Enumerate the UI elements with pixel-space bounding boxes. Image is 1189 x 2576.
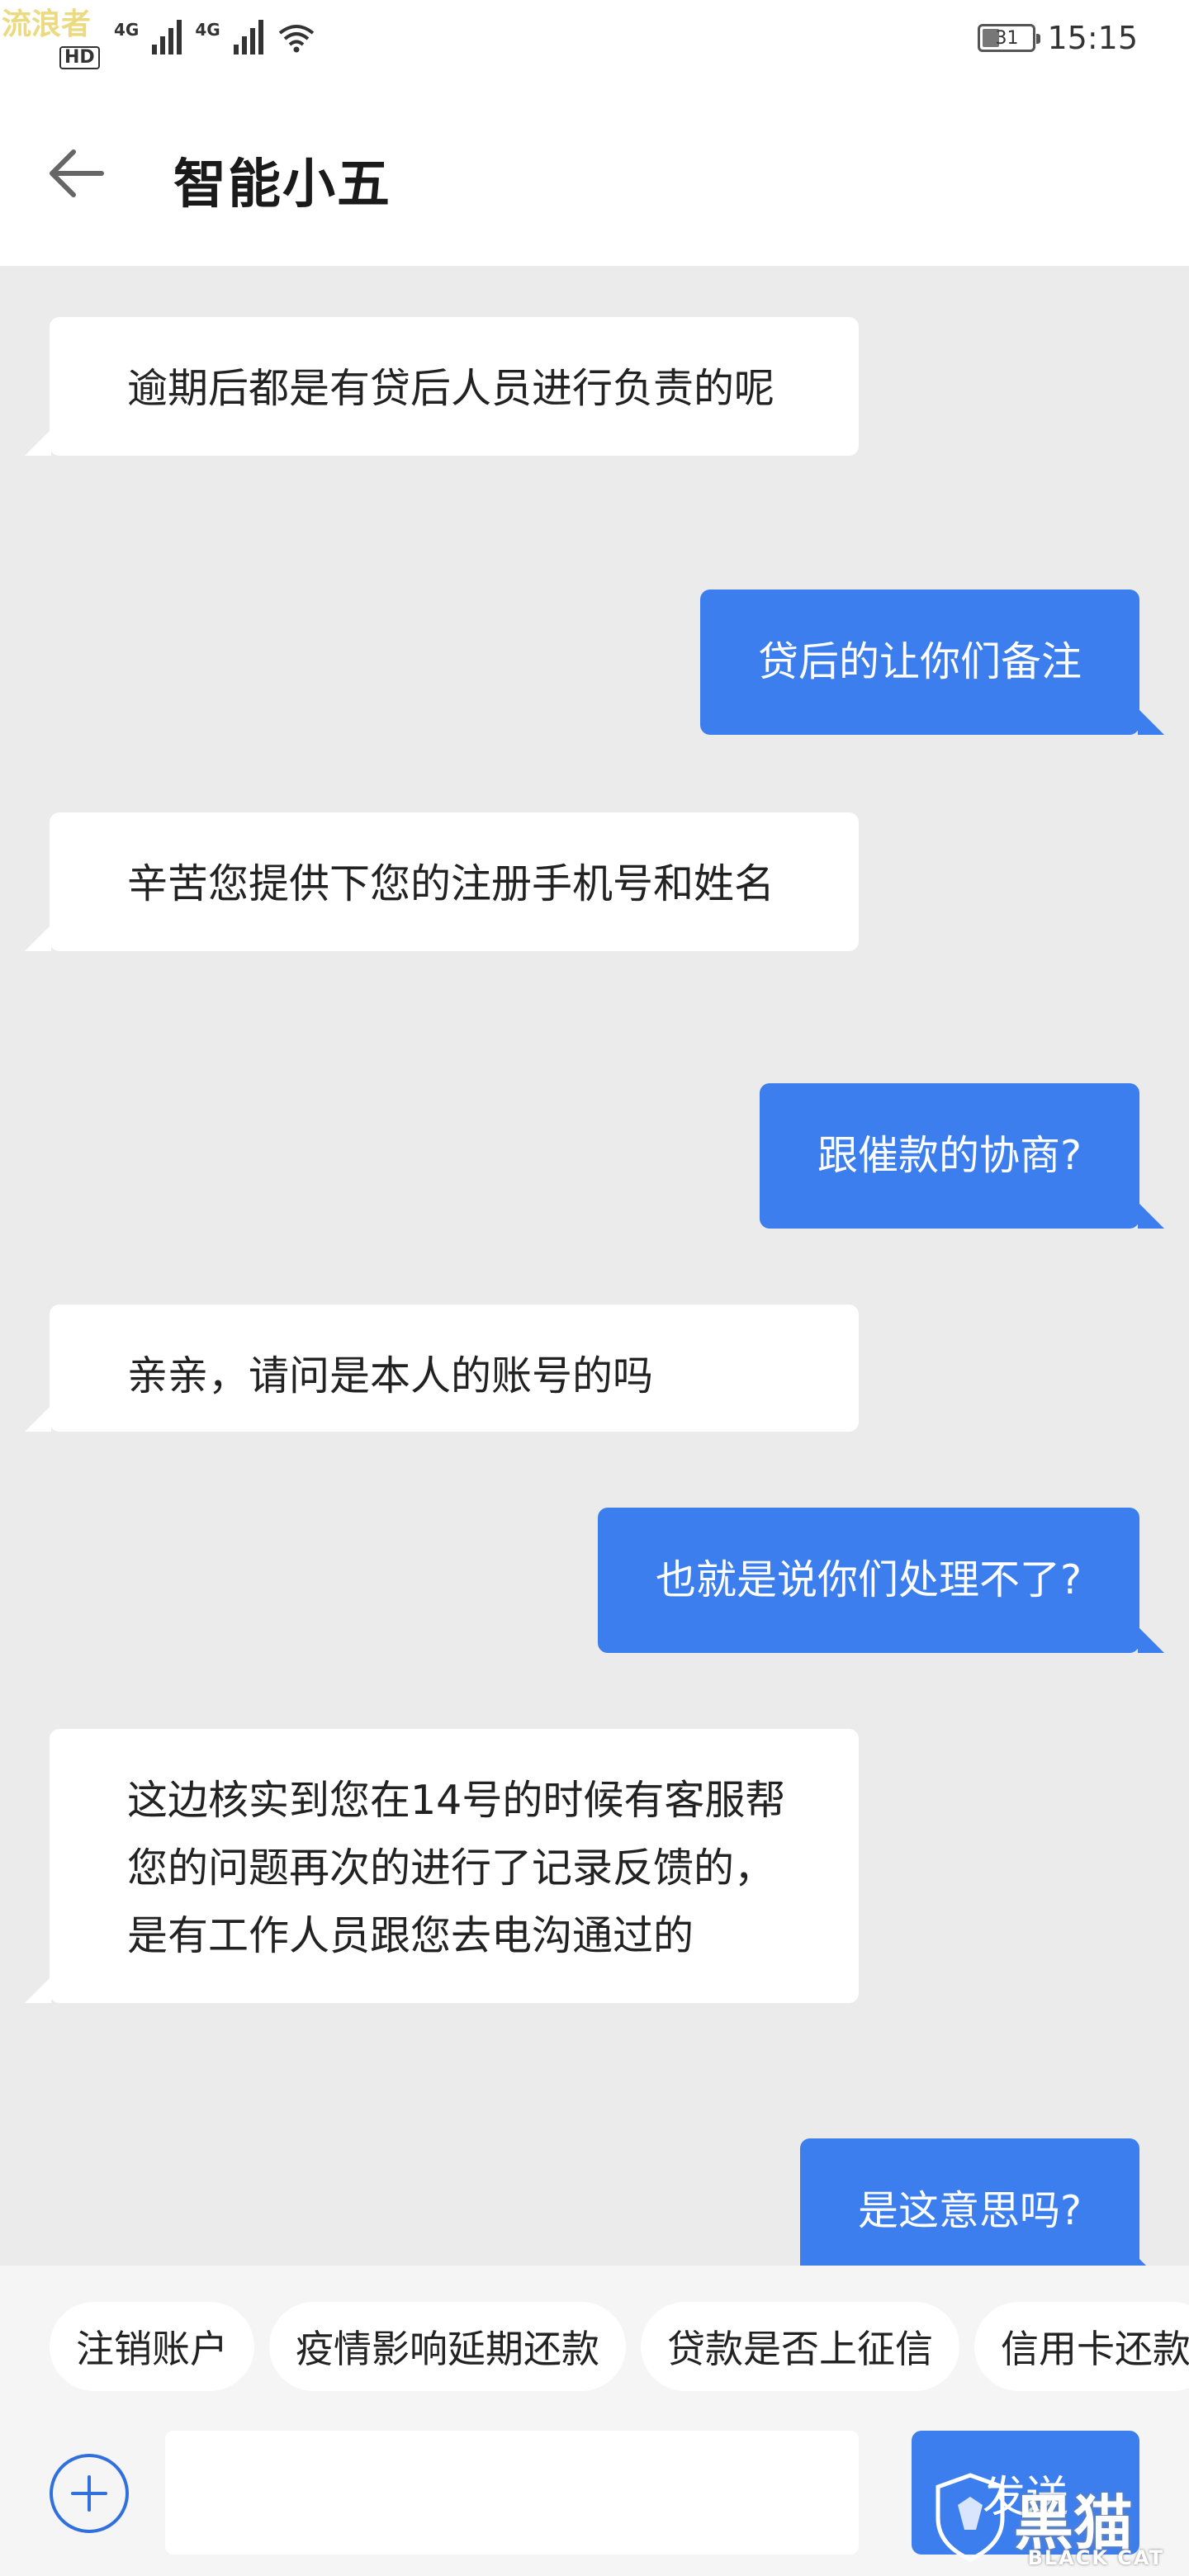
quick-reply-chip[interactable]: 信用卡还款	[974, 2302, 1189, 2391]
message-received: 亲亲，请问是本人的账号的吗	[25, 1305, 859, 1432]
add-button[interactable]	[50, 2454, 129, 2533]
signal-group: 4G 4G	[114, 18, 316, 54]
network-type-1: 4G	[114, 20, 140, 40]
quick-reply-bar: 注销账户 疫情影响延期还款 贷款是否上征信 信用卡还款	[0, 2266, 1189, 2414]
message-received: 逾期后都是有贷后人员进行负责的呢	[25, 317, 859, 456]
quick-reply-chip[interactable]: 疫情影响延期还款	[269, 2302, 626, 2391]
wifi-icon	[278, 25, 314, 53]
input-bar: 发送 黑猫 BLACK CAT	[0, 2414, 1189, 2576]
message-text: 逾期后都是有贷后人员进行负责的呢	[127, 365, 775, 412]
message-received: 辛苦您提供下您的注册手机号和姓名	[25, 812, 859, 951]
quick-reply-list: 注销账户 疫情影响延期还款 贷款是否上征信 信用卡还款	[50, 2302, 1189, 2391]
blackcat-watermark: 黑猫 BLACK CAT	[933, 2464, 1172, 2571]
network-type-2: 4G	[195, 20, 220, 40]
status-right: 31 15:15	[978, 20, 1138, 56]
watermark-logo-subtext: BLACK CAT	[1027, 2546, 1164, 2569]
message-text: 贷后的让你们备注	[757, 638, 1082, 685]
message-text: 也就是说你们处理不了?	[655, 1556, 1082, 1603]
message-sent: 是这意思吗?	[799, 2138, 1165, 2266]
page-title: 智能小五	[173, 154, 391, 215]
signal-bars-2-icon	[233, 18, 263, 54]
message-text: 是这意思吗?	[857, 2187, 1082, 2234]
arrow-left-icon	[50, 149, 104, 197]
message-text: 这边核实到您在14号的时候有客服帮您的问题再次的进行了记录反馈的，是有工作人员跟…	[127, 1777, 786, 1959]
quick-reply-chip[interactable]: 注销账户	[50, 2302, 254, 2391]
title-bar: 智能小五	[0, 83, 1189, 266]
message-received: 这边核实到您在14号的时候有客服帮您的问题再次的进行了记录反馈的，是有工作人员跟…	[25, 1729, 859, 2003]
message-sent: 贷后的让你们备注	[699, 590, 1165, 735]
message-sent: 跟催款的协商?	[759, 1083, 1165, 1229]
battery-icon: 31	[978, 24, 1041, 52]
battery-level: 31	[995, 27, 1019, 49]
shield-logo-icon	[936, 2473, 1005, 2562]
message-input[interactable]	[165, 2431, 859, 2555]
message-text: 辛苦您提供下您的注册手机号和姓名	[127, 860, 775, 907]
chat-area[interactable]: 逾期后都是有贷后人员进行负责的呢 贷后的让你们备注 辛苦您提供下您的注册手机号和…	[0, 266, 1189, 2266]
hd-badge: HD	[59, 46, 100, 69]
message-sent: 也就是说你们处理不了?	[597, 1508, 1165, 1653]
status-bar: 流浪者 HD 4G 4G 31 15:15	[0, 0, 1189, 83]
message-text: 亲亲，请问是本人的账号的吗	[127, 1352, 654, 1399]
quick-reply-chip[interactable]: 贷款是否上征信	[641, 2302, 959, 2391]
signal-bars-1-icon	[152, 18, 182, 54]
clock: 15:15	[1047, 20, 1138, 56]
plus-icon	[71, 2475, 107, 2512]
back-button[interactable]	[43, 140, 109, 206]
watermark-text: 流浪者	[2, 7, 92, 41]
message-text: 跟催款的协商?	[817, 1132, 1082, 1179]
